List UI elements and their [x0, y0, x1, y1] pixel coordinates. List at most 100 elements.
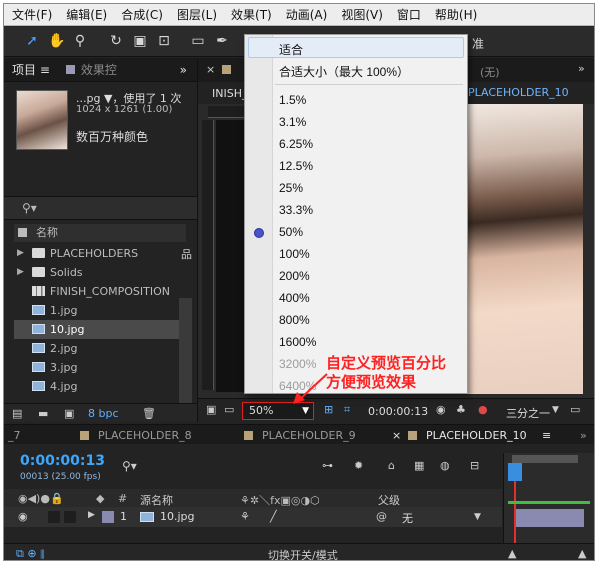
- workspace-label[interactable]: 准: [472, 35, 484, 52]
- menu-item-zoom[interactable]: 800%: [279, 313, 310, 327]
- menu-effect[interactable]: 效果(T): [223, 6, 278, 23]
- toggle-switches-modes[interactable]: 切换开关/模式: [268, 547, 338, 560]
- menu-animation[interactable]: 动画(A): [278, 6, 334, 23]
- work-area-bar[interactable]: [512, 455, 578, 463]
- shy-switch-icon[interactable]: ⚘: [240, 510, 250, 523]
- resolution-chevron-icon[interactable]: ▼: [552, 405, 559, 415]
- list-item[interactable]: ▶ Solids: [14, 263, 179, 282]
- pick-whip-icon[interactable]: @: [376, 510, 387, 523]
- always-preview-icon[interactable]: ▣: [206, 403, 216, 416]
- expand-arrow-icon[interactable]: ▶: [88, 510, 95, 520]
- menu-layer[interactable]: 图层(L): [169, 6, 223, 23]
- expand-arrow-icon[interactable]: ▶: [17, 244, 24, 263]
- draft-3d-icon[interactable]: ✹: [354, 459, 363, 472]
- visibility-eye-icon[interactable]: ◉: [18, 510, 28, 523]
- flowchart-icon[interactable]: 品: [181, 246, 192, 262]
- timeline-search-icon[interactable]: ⚲▾: [122, 459, 137, 473]
- interpret-footage-icon[interactable]: ▤: [12, 407, 22, 420]
- menu-item-zoom[interactable]: 6.25%: [279, 137, 313, 151]
- shy-layers-icon[interactable]: ⌂: [388, 459, 395, 472]
- zoom-in-icon[interactable]: ▲: [578, 547, 586, 560]
- timeline-overflow-icon[interactable]: »: [580, 429, 587, 442]
- layer-row[interactable]: ◉ ▶ 1 10.jpg ⚘ ╱ @ 无 ▼: [4, 507, 502, 527]
- project-column-header[interactable]: 名称: [14, 224, 186, 242]
- close-icon[interactable]: ×: [392, 429, 401, 442]
- tab-placeholder-8[interactable]: PLACEHOLDER_8: [98, 429, 192, 442]
- parent-dropdown[interactable]: 无: [402, 510, 413, 526]
- region-of-interest-icon[interactable]: ▭: [570, 403, 580, 416]
- channel-icon[interactable]: ●: [478, 403, 488, 416]
- column-parent[interactable]: 父级: [378, 492, 400, 508]
- menu-item-zoom[interactable]: 3.1%: [279, 115, 306, 129]
- menu-item-zoom[interactable]: 100%: [279, 247, 310, 261]
- resolution-dropdown[interactable]: 三分之一: [506, 405, 550, 421]
- camera-tool-icon[interactable]: ▣: [132, 33, 148, 49]
- show-snapshot-icon[interactable]: ♣: [456, 403, 466, 416]
- layer-switches-icon[interactable]: ⧉ ⊕ ⦀: [16, 547, 45, 560]
- selection-tool-icon[interactable]: ➚: [24, 33, 40, 49]
- bpc-toggle[interactable]: 8 bpc: [88, 407, 119, 420]
- layer-name[interactable]: 10.jpg: [160, 510, 195, 523]
- tab-comp-7[interactable]: _7: [8, 429, 21, 442]
- mask-visibility-icon[interactable]: ⌗: [344, 403, 350, 417]
- tab-project[interactable]: 项目 ≡: [4, 61, 58, 78]
- pen-tool-icon[interactable]: ✒: [214, 33, 230, 49]
- menu-edit[interactable]: 编辑(E): [58, 6, 113, 23]
- menu-item-zoom[interactable]: 400%: [279, 291, 310, 305]
- timeline-graph-area[interactable]: [503, 453, 594, 543]
- menu-item-zoom[interactable]: 33.3%: [279, 203, 313, 217]
- menu-item-fit-up-to-100[interactable]: 合适大小（最大 100%）: [279, 63, 409, 80]
- snapshot-icon[interactable]: ◉: [436, 403, 446, 416]
- menu-item-zoom[interactable]: 12.5%: [279, 159, 313, 173]
- rotate-tool-icon[interactable]: ↻: [108, 33, 124, 49]
- rectangle-tool-icon[interactable]: ▭: [190, 33, 206, 49]
- panel-overflow-icon[interactable]: »: [172, 63, 195, 77]
- viewer-timecode[interactable]: 0:00:00:13: [368, 405, 428, 418]
- current-time-indicator[interactable]: [508, 463, 522, 481]
- menu-help[interactable]: 帮助(H): [427, 6, 483, 23]
- menu-item-fit[interactable]: 适合: [279, 41, 303, 58]
- tab-placeholder-9[interactable]: PLACEHOLDER_9: [262, 429, 356, 442]
- project-scrollbar[interactable]: [179, 298, 192, 408]
- menu-item-zoom[interactable]: 1.5%: [279, 93, 306, 107]
- parent-chevron-icon[interactable]: ▼: [474, 512, 481, 522]
- expand-arrow-icon[interactable]: ▶: [17, 263, 24, 282]
- list-item[interactable]: 1.jpg: [14, 301, 179, 320]
- lock-toggle[interactable]: [64, 511, 76, 523]
- graph-editor-icon[interactable]: ⊟: [470, 459, 479, 472]
- list-item[interactable]: 4.jpg: [14, 377, 179, 396]
- list-item[interactable]: 3.jpg: [14, 358, 179, 377]
- panel-menu-icon[interactable]: ≡: [542, 429, 551, 442]
- menu-item-zoom[interactable]: 25%: [279, 181, 303, 195]
- menu-composition[interactable]: 合成(C): [113, 6, 169, 23]
- list-item-selected[interactable]: 10.jpg: [14, 320, 179, 339]
- menu-item-zoom[interactable]: 200%: [279, 269, 310, 283]
- menu-item-zoom[interactable]: 1600%: [279, 335, 316, 349]
- layer-label-color[interactable]: [102, 511, 114, 523]
- viewer-overflow-icon[interactable]: »: [578, 62, 585, 75]
- tab-placeholder-10[interactable]: PLACEHOLDER_10: [468, 86, 569, 99]
- new-folder-icon[interactable]: ▬: [38, 407, 48, 420]
- list-item[interactable]: 2.jpg: [14, 339, 179, 358]
- column-source-name[interactable]: 源名称: [140, 492, 173, 508]
- close-icon[interactable]: ×: [206, 63, 215, 76]
- zoom-out-icon[interactable]: ▲: [508, 547, 516, 560]
- tab-none[interactable]: (无): [480, 64, 500, 80]
- tab-finish-comp[interactable]: INISH_: [212, 87, 247, 100]
- monitor-icon[interactable]: ▭: [224, 403, 234, 416]
- comp-mini-flowchart-icon[interactable]: ⊶: [322, 459, 333, 472]
- delete-icon[interactable]: 🗑: [142, 407, 156, 420]
- current-time[interactable]: 0:00:00:13: [20, 453, 105, 469]
- new-composition-icon[interactable]: ▣: [64, 407, 74, 420]
- menu-file[interactable]: 文件(F): [4, 6, 58, 23]
- list-item[interactable]: FINISH_COMPOSITION: [14, 282, 179, 301]
- hand-tool-icon[interactable]: ✋: [48, 33, 65, 49]
- motion-blur-icon[interactable]: ◍: [440, 459, 450, 472]
- menu-window[interactable]: 窗口: [389, 6, 427, 23]
- solo-toggle[interactable]: [48, 511, 60, 523]
- menu-item-zoom-selected[interactable]: 50%: [279, 225, 303, 239]
- tab-placeholder-10-active[interactable]: PLACEHOLDER_10: [426, 429, 527, 442]
- quality-switch-icon[interactable]: ╱: [270, 510, 277, 523]
- zoom-tool-icon[interactable]: ⚲: [72, 33, 88, 49]
- layer-duration-bar[interactable]: [516, 509, 584, 527]
